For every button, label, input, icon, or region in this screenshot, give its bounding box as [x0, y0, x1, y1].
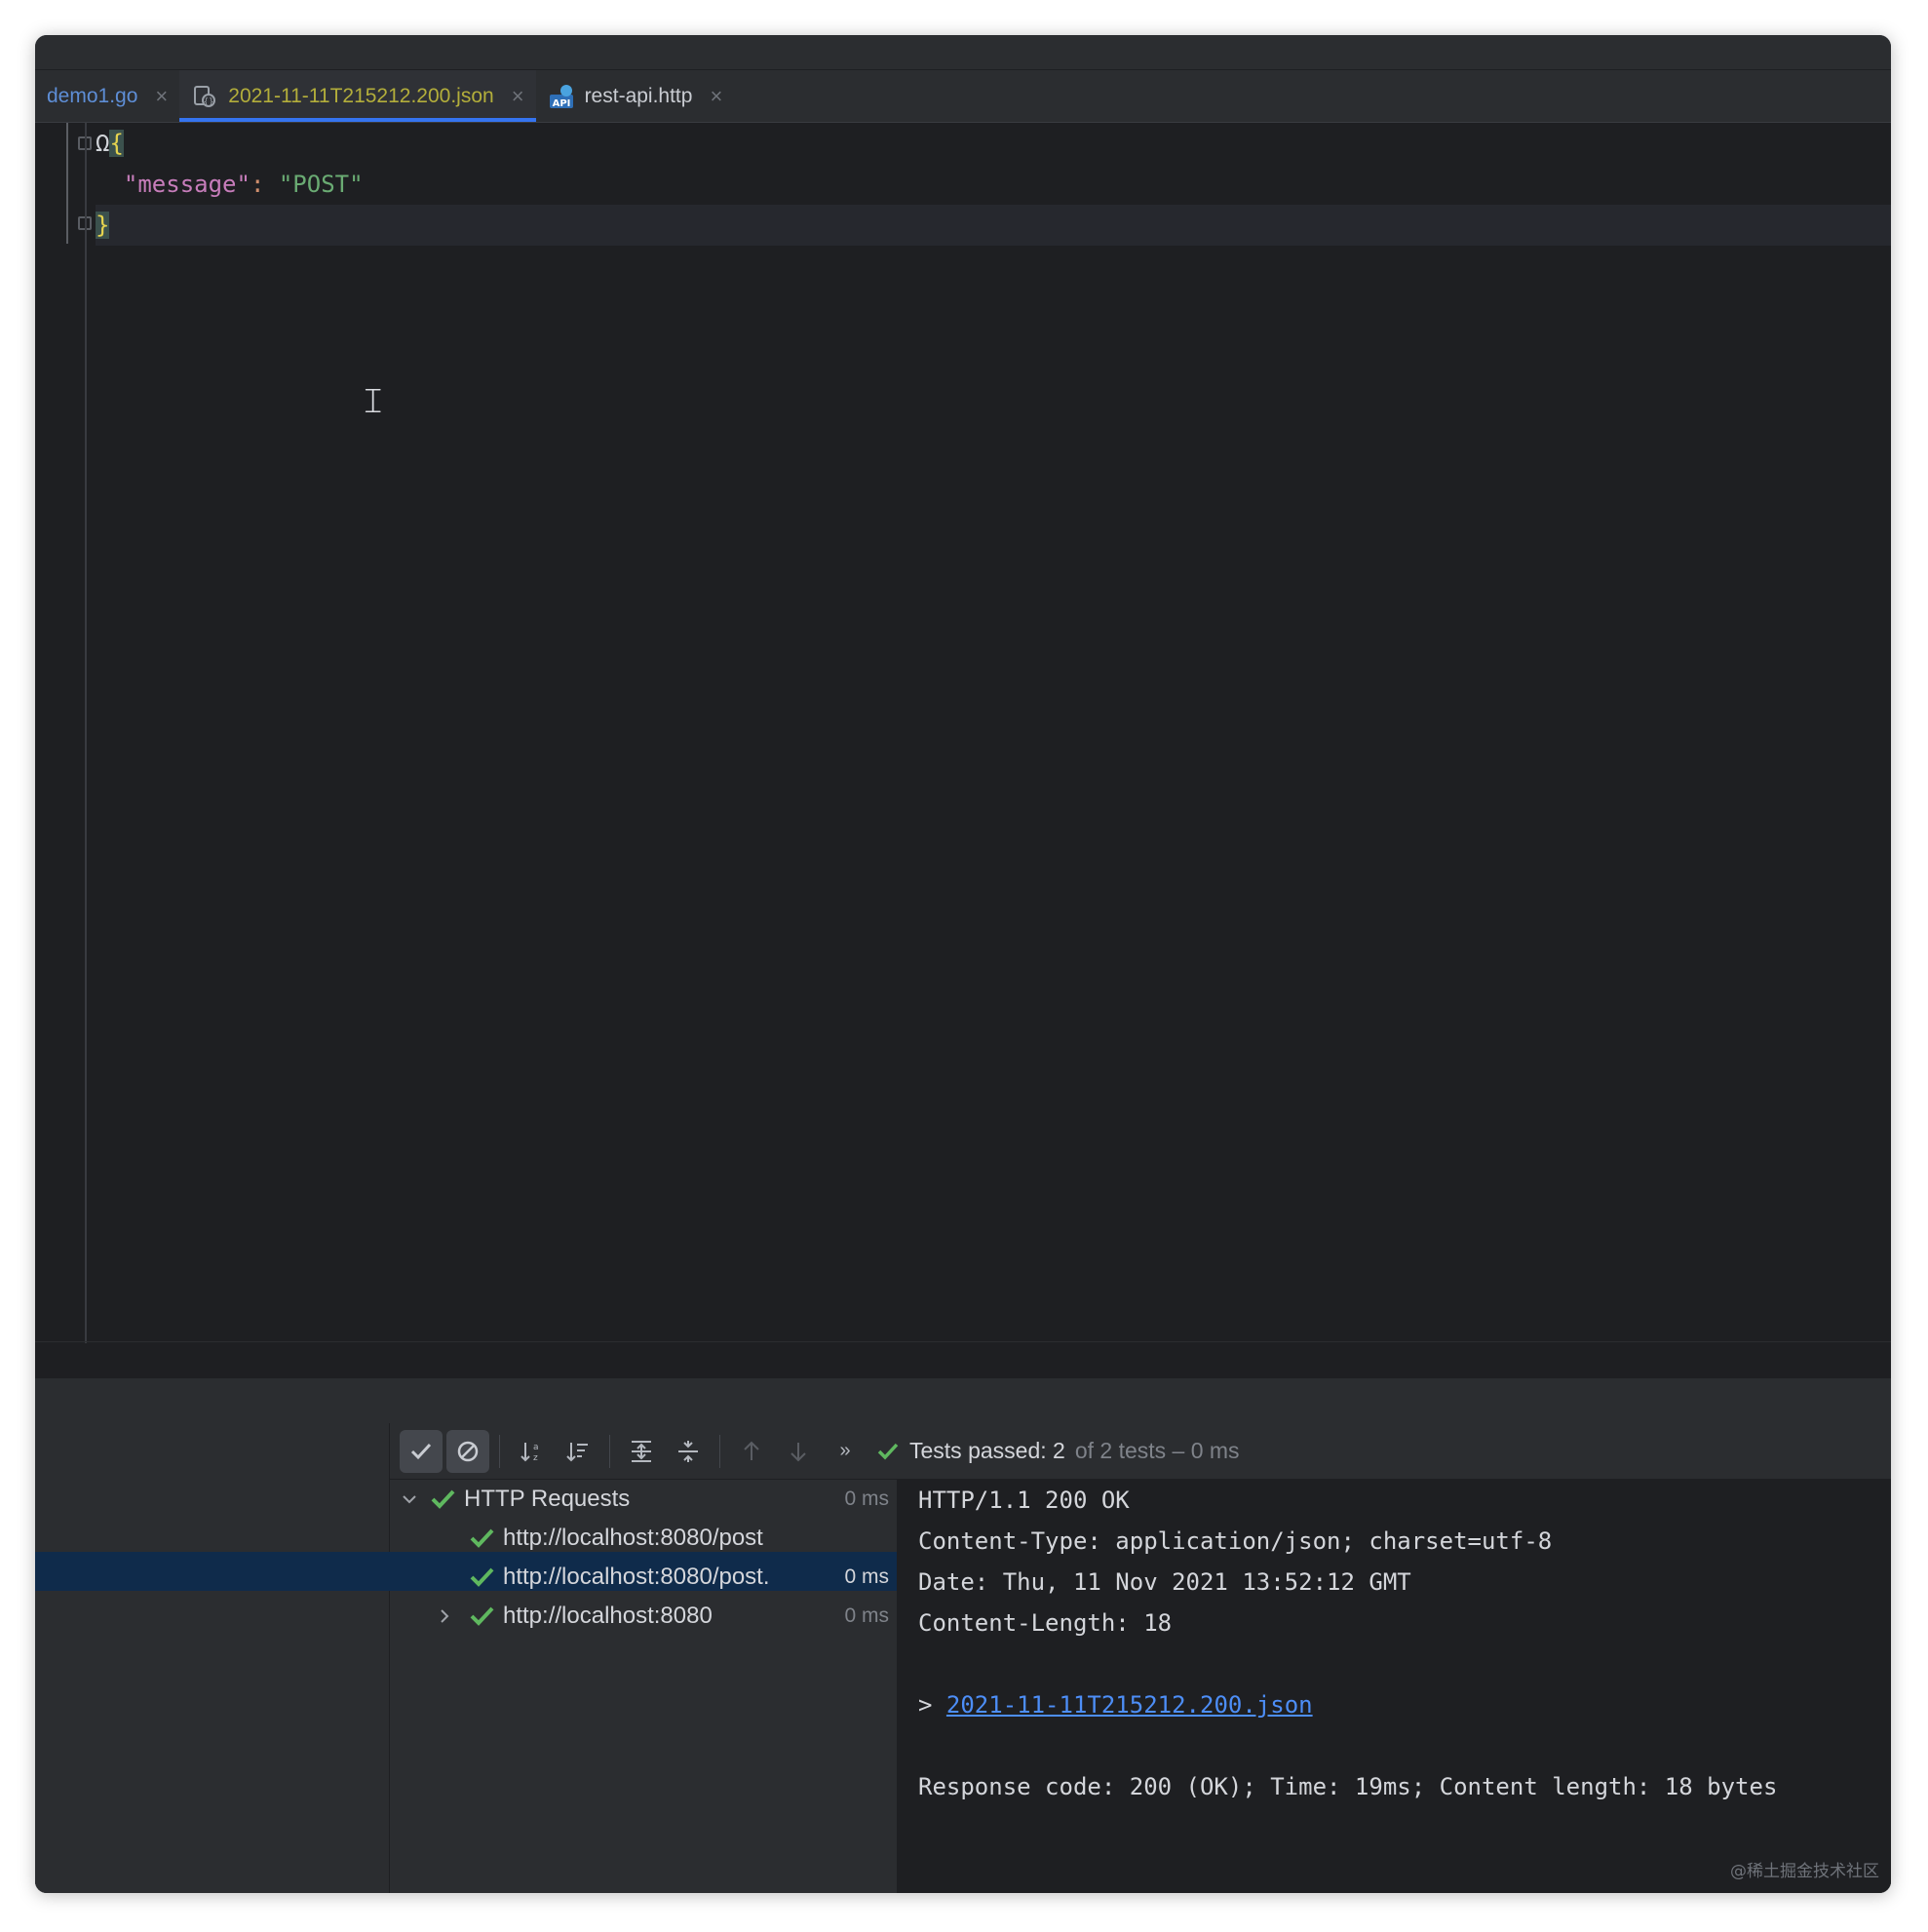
- tree-time: 0 ms: [844, 1565, 889, 1588]
- svg-text:z: z: [533, 1453, 538, 1463]
- editor-tab-bar: demo1.go × {} 2021-11-11T215212.200.json…: [35, 70, 1891, 123]
- sort-alpha-icon: az: [521, 1442, 539, 1463]
- tests-passed-label: Tests passed: 2: [909, 1438, 1065, 1463]
- json-value: "POST": [278, 171, 364, 198]
- code-line-current: }: [96, 205, 1891, 246]
- ignored-icon: [457, 1441, 479, 1461]
- tree-label: http://localhost:8080: [503, 1603, 713, 1629]
- more-actions-button[interactable]: »: [824, 1430, 867, 1473]
- tree-item-request[interactable]: http://localhost:8080 0 ms: [390, 1597, 897, 1636]
- open-brace: {: [109, 130, 124, 157]
- json-key: "message": [123, 171, 251, 198]
- request-tree: HTTP Requests 0 ms http://localhost:8080…: [390, 1480, 897, 1893]
- toolbar-separator: [499, 1434, 500, 1468]
- tree-label: http://localhost:8080/post: [503, 1525, 763, 1551]
- console-line: Content-Length: 18: [918, 1609, 1173, 1637]
- tab-label: rest-api.http: [584, 84, 693, 107]
- console-prompt: >: [918, 1691, 946, 1719]
- test-status: Tests passed: 2 of 2 tests – 0 ms: [876, 1438, 1240, 1464]
- tree-label: http://localhost:8080/post.: [503, 1564, 770, 1590]
- text-cursor-icon: 𝙸: [361, 381, 386, 421]
- checkmark-icon: [410, 1443, 432, 1459]
- previous-failed-button[interactable]: [730, 1430, 773, 1473]
- title-bar: [35, 35, 1891, 70]
- tests-total-label: of 2 tests – 0 ms: [1074, 1438, 1240, 1463]
- editor-gutter: [35, 123, 92, 1378]
- gutter-divider: [85, 123, 87, 1343]
- expand-all-icon: [632, 1440, 651, 1462]
- watermark: @稀土掘金技术社区: [1730, 1862, 1879, 1881]
- tab-rest-api-http[interactable]: API rest-api.http ×: [536, 70, 735, 122]
- arrow-down-icon: [790, 1442, 806, 1461]
- toolbar-separator: [609, 1434, 610, 1468]
- tree-time: 0 ms: [844, 1604, 889, 1627]
- svg-text:a: a: [533, 1443, 539, 1452]
- pass-check-icon: [470, 1528, 494, 1548]
- collapse-all-icon: [678, 1440, 698, 1462]
- console-line: Date: Thu, 11 Nov 2021 13:52:12 GMT: [918, 1568, 1411, 1596]
- sort-alphabetically-button[interactable]: az: [510, 1430, 553, 1473]
- pass-check-icon: [431, 1489, 455, 1509]
- fold-range-indicator: [66, 123, 68, 244]
- sort-by-duration-button[interactable]: [557, 1430, 599, 1473]
- tree-time: 0 ms: [844, 1488, 889, 1510]
- code-editor[interactable]: Ω{ "message": "POST" } 𝙸: [35, 123, 1891, 1378]
- close-icon[interactable]: ×: [512, 84, 524, 109]
- response-file-link[interactable]: 2021-11-11T215212.200.json: [946, 1691, 1313, 1719]
- code-line: Ω{: [96, 123, 1891, 164]
- divider: [35, 1341, 1891, 1342]
- console-line: Content-Type: application/json; charset=…: [918, 1527, 1553, 1555]
- tree-item-request[interactable]: http://localhost:8080/post: [390, 1519, 897, 1558]
- double-chevron-icon: »: [839, 1440, 851, 1461]
- tab-label: 2021-11-11T215212.200.json: [228, 84, 494, 107]
- show-passed-button[interactable]: [400, 1429, 443, 1473]
- services-sidebar: [35, 1423, 390, 1893]
- response-console[interactable]: HTTP/1.1 200 OK Content-Type: applicatio…: [897, 1480, 1891, 1893]
- collapse-all-button[interactable]: [667, 1430, 710, 1473]
- tab-json-response[interactable]: {} 2021-11-11T215212.200.json ×: [179, 70, 536, 122]
- tree-root-http-requests[interactable]: HTTP Requests 0 ms: [390, 1480, 897, 1519]
- json-colon: :: [250, 171, 265, 198]
- close-brace: }: [96, 212, 110, 239]
- close-icon[interactable]: ×: [710, 84, 722, 109]
- svg-text:{}: {}: [204, 97, 214, 107]
- http-api-icon: API: [548, 83, 575, 110]
- show-ignored-button[interactable]: [446, 1429, 489, 1473]
- arrow-up-icon: [744, 1441, 759, 1460]
- close-icon[interactable]: ×: [155, 84, 168, 109]
- tree-item-request-selected[interactable]: http://localhost:8080/post. 0 ms: [390, 1558, 897, 1597]
- svg-text:API: API: [552, 98, 570, 109]
- expand-all-button[interactable]: [620, 1430, 663, 1473]
- json-response-icon: {}: [191, 83, 218, 110]
- pass-check-icon: [470, 1567, 494, 1587]
- console-line: > 2021-11-11T215212.200.json: [918, 1684, 1891, 1725]
- tab-demo1-go[interactable]: demo1.go ×: [35, 70, 179, 122]
- chevron-right-icon[interactable]: [433, 1607, 456, 1625]
- services-tool-window: az » Tests passed: 2 of 2 tests – 0 ms H…: [35, 1423, 1891, 1893]
- ide-window: demo1.go × {} 2021-11-11T215212.200.json…: [35, 35, 1891, 1893]
- omega-symbol: Ω: [96, 130, 110, 157]
- tool-window-header: [35, 1378, 1891, 1423]
- test-runner-toolbar: az » Tests passed: 2 of 2 tests – 0 ms: [390, 1423, 1891, 1480]
- chevron-down-icon[interactable]: [398, 1490, 421, 1508]
- tab-label: demo1.go: [47, 84, 138, 107]
- console-line: Response code: 200 (OK); Time: 19ms; Con…: [918, 1773, 1778, 1800]
- tree-label: HTTP Requests: [464, 1486, 631, 1512]
- sort-duration-icon: [566, 1442, 588, 1461]
- pass-check-icon: [877, 1443, 899, 1460]
- pass-check-icon: [470, 1606, 494, 1626]
- code-line: "message": "POST": [96, 164, 1891, 205]
- toolbar-separator: [719, 1434, 720, 1468]
- console-line: HTTP/1.1 200 OK: [918, 1487, 1130, 1514]
- code-area[interactable]: Ω{ "message": "POST" }: [96, 123, 1891, 246]
- next-failed-button[interactable]: [777, 1430, 820, 1473]
